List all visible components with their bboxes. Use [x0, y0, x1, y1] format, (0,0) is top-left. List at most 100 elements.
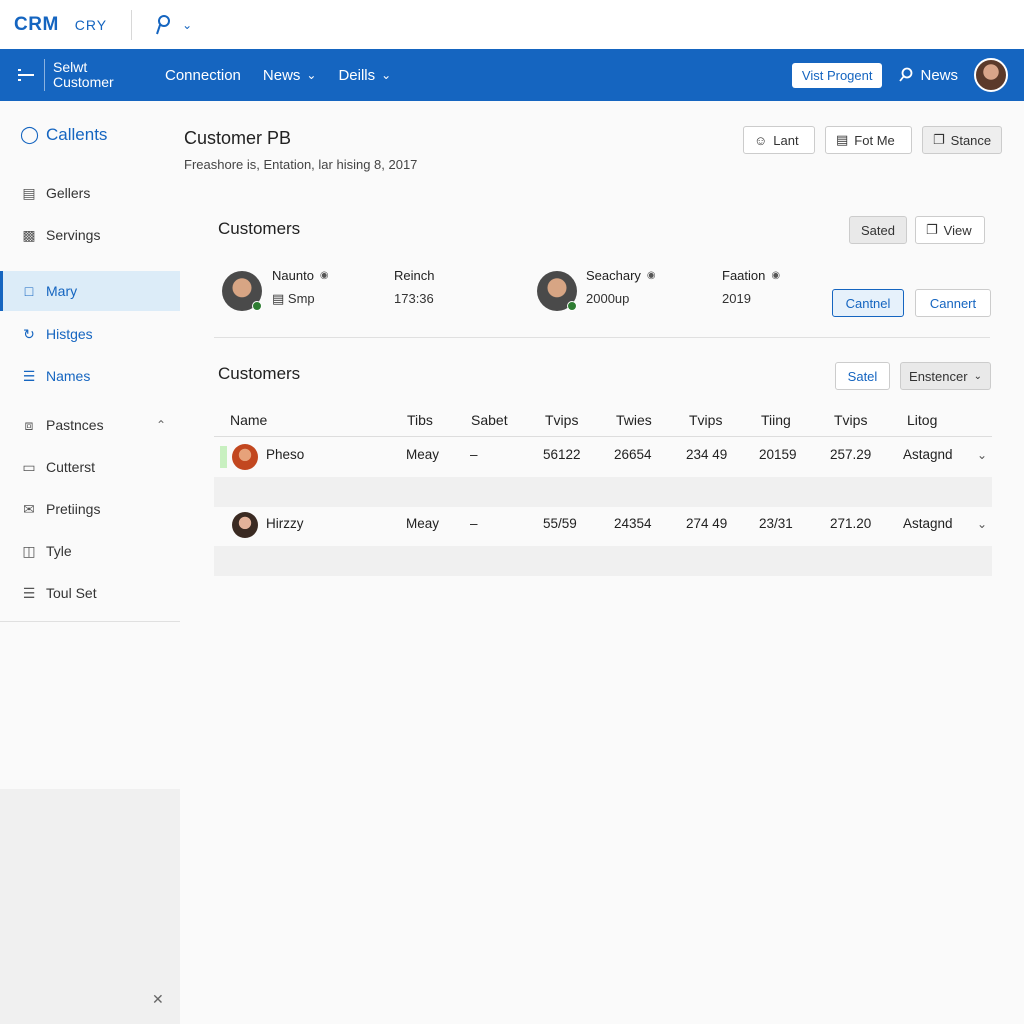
online-indicator [252, 301, 262, 311]
avatar[interactable] [222, 271, 262, 311]
sidebar-item-tyle[interactable]: ◫ Tyle [0, 531, 180, 571]
dropdown-label: Enstencer [909, 368, 968, 384]
satel-button[interactable]: Satel [835, 362, 890, 390]
nav-item-label: Connection [165, 66, 241, 84]
chart-icon: ▩ [22, 226, 36, 243]
column-header[interactable]: Tiing [761, 412, 791, 428]
mail-icon: ✉ [23, 500, 35, 517]
file-icon: □ [24, 283, 34, 299]
enstencer-dropdown[interactable]: Enstencer ⌄ [900, 362, 991, 390]
table-cell: 55/59 [543, 516, 577, 531]
chevron-down-icon[interactable]: ⌄ [977, 517, 987, 531]
sidebar-item-label: Histges [46, 326, 93, 342]
button-label: Stance [950, 132, 992, 148]
sidebar-item-mary[interactable]: □ Mary [0, 271, 180, 311]
main-nav: Selwt Customer Connection News ⌄ Deills … [0, 49, 1024, 101]
sidebar-item-servings[interactable]: ▩ Servings [0, 215, 180, 255]
table-cell: Meay [406, 447, 440, 462]
refresh-icon: ↻ [23, 325, 35, 342]
column-header[interactable]: Tvips [545, 412, 578, 428]
page-title: Customer PB [184, 128, 292, 148]
avatar[interactable] [974, 58, 1008, 92]
info-icon[interactable]: ◉ [647, 270, 656, 281]
nav-item-label: News [262, 66, 301, 84]
chevron-down-icon: ⌄ [973, 370, 982, 382]
search-icon [899, 67, 913, 82]
sidebar-item-gellers[interactable]: ▤ Gellers [0, 173, 180, 213]
news-link[interactable]: News [898, 67, 958, 84]
sidebar-footer [0, 789, 180, 1024]
lant-button[interactable]: ☺ Lant [743, 126, 815, 154]
column-header[interactable]: Name [230, 412, 267, 428]
sidebar-item-label: Pastnces [46, 417, 104, 433]
nav-item-connection[interactable]: Connection [165, 67, 241, 84]
sidebar-item-callents[interactable]: ◯ Callents [0, 115, 180, 155]
sidebar-item-label: Servings [46, 227, 101, 243]
table-cell: 274 49 [686, 516, 728, 531]
info-icon[interactable]: ◉ [320, 270, 329, 281]
sidebar-item-label: Names [46, 368, 91, 384]
close-icon[interactable]: ✕ [152, 991, 164, 1008]
nav-item-deills[interactable]: Deills ⌄ [338, 67, 391, 84]
table-cell-name[interactable]: Hirzzy [266, 516, 304, 531]
fot-me-button[interactable]: ▤ Fot Me [825, 126, 912, 154]
table-header-divider [214, 436, 992, 437]
nav-item-news[interactable]: News ⌄ [263, 67, 317, 84]
app-switcher[interactable]: ⌄ [154, 14, 192, 36]
table-cell: 26654 [614, 447, 652, 462]
table-cell: 23/31 [759, 516, 793, 531]
section-divider [214, 337, 990, 338]
chevron-down-icon[interactable]: ⌄ [977, 448, 987, 462]
top-bar: CRM CRY ⌄ [0, 0, 1024, 49]
info-icon[interactable]: ◉ [771, 270, 780, 281]
nav-item-label: Deills [338, 66, 376, 84]
table-cell: 271.20 [830, 516, 872, 531]
logo[interactable]: CRM [14, 14, 59, 36]
column-header[interactable]: Twies [616, 412, 652, 428]
cantnel-button[interactable]: Cantnel [832, 289, 904, 317]
pin-icon [156, 14, 171, 34]
logo-subtitle: CRY [74, 16, 108, 33]
column-header[interactable]: Tvips [689, 412, 722, 428]
sidebar-item-pastnces[interactable]: ⧈ Pastnces ⌃ [0, 405, 180, 445]
sated-button[interactable]: Sated [849, 216, 907, 244]
view-button[interactable]: ❐ View [915, 216, 985, 244]
menu-icon[interactable] [18, 69, 34, 81]
nav-brand[interactable]: Selwt Customer [53, 60, 143, 90]
table-row-spacer [214, 477, 992, 507]
sidebar-item-label: Tyle [46, 543, 72, 559]
top-divider [131, 9, 133, 40]
avatar[interactable] [232, 512, 258, 538]
card-label: Seachary ◉ [586, 268, 656, 283]
avatar[interactable] [537, 271, 577, 311]
image-icon: ▤ [272, 291, 285, 306]
monitor-icon: ▭ [22, 458, 36, 475]
card-label: Faation ◉ [722, 268, 781, 283]
table-icon: ▤ [836, 132, 849, 147]
table-cell: Meay [406, 516, 440, 531]
sidebar-item-toul-set[interactable]: ☰ Toul Set [0, 573, 180, 613]
link-icon: ⧈ [24, 416, 34, 433]
chevron-up-icon[interactable]: ⌃ [156, 418, 166, 432]
cannert-button[interactable]: Cannert [915, 289, 991, 317]
column-header[interactable]: Tibs [407, 412, 433, 428]
stance-button[interactable]: ❐ Stance [922, 126, 1002, 154]
button-label: View [943, 222, 972, 238]
nav-brand-line1: Selwt [53, 59, 88, 75]
nav-right: Vist Progent News [791, 49, 1008, 101]
column-header[interactable]: Litog [907, 412, 937, 428]
news-link-label: News [920, 66, 958, 84]
table-section-title: Customers [218, 364, 301, 383]
table-cell-name[interactable]: Pheso [266, 447, 304, 462]
avatar[interactable] [232, 444, 258, 470]
sidebar-item-pretiings[interactable]: ✉ Pretiings [0, 489, 180, 529]
sidebar-item-names[interactable]: ☰ Names [0, 356, 180, 396]
column-header[interactable]: Sabet [471, 412, 508, 428]
sidebar: ◯ Callents ▤ Gellers ▩ Servings □ Mary ↻… [0, 101, 180, 1024]
column-header[interactable]: Tvips [834, 412, 867, 428]
sidebar-item-histges[interactable]: ↻ Histges [0, 314, 180, 354]
table-cell: Astagnd [903, 516, 953, 531]
page-subtitle: Freashore is, Entation, lar hising 8, 20… [184, 157, 418, 172]
visit-button[interactable]: Vist Progent [791, 62, 883, 88]
sidebar-item-cutterst[interactable]: ▭ Cutterst [0, 447, 180, 487]
